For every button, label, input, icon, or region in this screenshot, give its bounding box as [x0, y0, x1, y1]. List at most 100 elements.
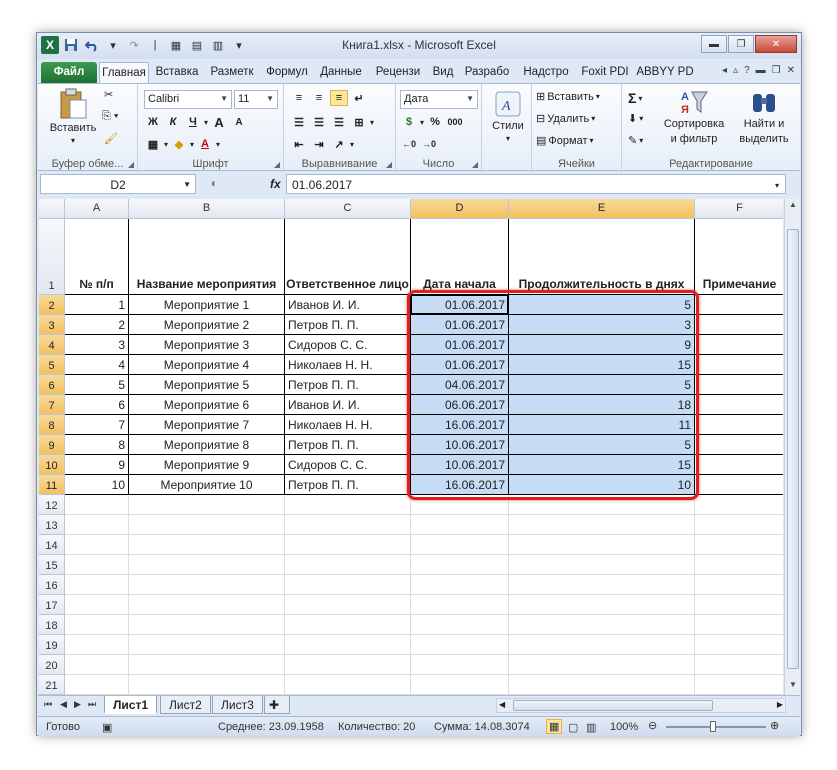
- empty-cell[interactable]: [65, 515, 129, 535]
- empty-cell[interactable]: [285, 675, 411, 695]
- date-cell[interactable]: 16.06.2017: [411, 415, 509, 435]
- header-cell[interactable]: Дата начала: [411, 219, 509, 295]
- tab-home[interactable]: Главная: [99, 62, 149, 84]
- table-cell[interactable]: Мероприятие 2: [129, 315, 285, 335]
- duration-cell[interactable]: 5: [509, 435, 695, 455]
- table-cell[interactable]: Мероприятие 4: [129, 355, 285, 375]
- font-name-combo[interactable]: Calibri ▼: [144, 90, 232, 109]
- empty-cell[interactable]: [65, 595, 129, 615]
- table-cell[interactable]: Мероприятие 10: [129, 475, 285, 495]
- table-cell[interactable]: [695, 295, 783, 315]
- borders-icon[interactable]: ▦: [144, 136, 162, 152]
- underline-button[interactable]: Ч: [184, 114, 202, 130]
- table-cell[interactable]: [695, 315, 783, 335]
- duration-cell[interactable]: 18: [509, 395, 695, 415]
- macro-record-icon[interactable]: ▣: [102, 721, 112, 734]
- align-center-icon[interactable]: ☰: [310, 114, 328, 130]
- minimize-ribbon-icon[interactable]: ▵: [733, 65, 738, 76]
- zoom-in-icon[interactable]: ⊕: [770, 719, 779, 732]
- date-cell[interactable]: 01.06.2017: [411, 335, 509, 355]
- font-size-combo[interactable]: 11 ▼: [234, 90, 278, 109]
- row-header[interactable]: 10: [39, 455, 65, 475]
- empty-cell[interactable]: [509, 535, 695, 555]
- empty-cell[interactable]: [285, 615, 411, 635]
- tab-insert[interactable]: Вставка: [151, 62, 203, 84]
- page-layout-view-icon[interactable]: ▢: [568, 721, 578, 734]
- sheet-tab-2[interactable]: Лист2: [160, 696, 211, 714]
- empty-cell[interactable]: [129, 515, 285, 535]
- table-cell[interactable]: [695, 475, 783, 495]
- insert-cells-button[interactable]: ⊞ Вставить ▾: [536, 90, 600, 104]
- empty-cell[interactable]: [285, 535, 411, 555]
- row-header[interactable]: 12: [39, 495, 65, 515]
- sort-filter-button[interactable]: АЯ Сортировка и фильтр: [660, 88, 728, 146]
- formula-input[interactable]: 01.06.2017 ▾: [286, 174, 786, 194]
- empty-cell[interactable]: [411, 635, 509, 655]
- decrease-indent-icon[interactable]: ⇤: [290, 136, 308, 152]
- empty-cell[interactable]: [411, 495, 509, 515]
- empty-cell[interactable]: [65, 675, 129, 695]
- insert-function-button[interactable]: fx: [270, 177, 281, 191]
- date-cell[interactable]: 10.06.2017: [411, 435, 509, 455]
- shrink-font-button[interactable]: A: [230, 114, 248, 130]
- table-cell[interactable]: [695, 415, 783, 435]
- table-cell[interactable]: Сидоров С. С.: [285, 455, 411, 475]
- table-cell[interactable]: [695, 455, 783, 475]
- help-icon[interactable]: ?: [744, 65, 750, 76]
- currency-dropdown-icon[interactable]: ▾: [420, 118, 424, 127]
- table-cell[interactable]: 1: [65, 295, 129, 315]
- table-cell[interactable]: Мероприятие 5: [129, 375, 285, 395]
- empty-cell[interactable]: [65, 635, 129, 655]
- decrease-decimal-icon[interactable]: →0: [420, 136, 438, 152]
- expand-formula-icon[interactable]: ▾: [771, 177, 783, 195]
- table-cell[interactable]: [695, 395, 783, 415]
- format-cells-button[interactable]: ▤ Формат ▾: [536, 134, 594, 148]
- grow-font-button[interactable]: A: [210, 114, 228, 130]
- tab-page-layout[interactable]: Разметк: [205, 62, 259, 84]
- empty-cell[interactable]: [509, 635, 695, 655]
- header-cell[interactable]: Примечание: [695, 219, 783, 295]
- table-cell[interactable]: Николаев Н. Н.: [285, 355, 411, 375]
- column-header-a[interactable]: A: [65, 199, 129, 219]
- tab-abbyy[interactable]: ABBYY PD: [635, 62, 695, 84]
- table-cell[interactable]: Петров П. П.: [285, 435, 411, 455]
- italic-button[interactable]: К: [164, 114, 182, 130]
- empty-cell[interactable]: [65, 575, 129, 595]
- percent-button[interactable]: %: [426, 114, 444, 130]
- tab-formulas[interactable]: Формул: [261, 62, 313, 84]
- empty-cell[interactable]: [509, 555, 695, 575]
- empty-cell[interactable]: [695, 635, 783, 655]
- row-header[interactable]: 15: [39, 555, 65, 575]
- duration-cell[interactable]: 10: [509, 475, 695, 495]
- date-cell[interactable]: 04.06.2017: [411, 375, 509, 395]
- row-header[interactable]: 11: [39, 475, 65, 495]
- empty-cell[interactable]: [411, 515, 509, 535]
- tab-foxit[interactable]: Foxit PDI: [577, 62, 633, 84]
- table-cell[interactable]: 10: [65, 475, 129, 495]
- close-icon[interactable]: ✕: [755, 35, 797, 53]
- zoom-out-icon[interactable]: ⊖: [648, 719, 657, 732]
- duration-cell[interactable]: 11: [509, 415, 695, 435]
- duration-cell[interactable]: 5: [509, 375, 695, 395]
- table-cell[interactable]: Мероприятие 9: [129, 455, 285, 475]
- scroll-right-icon[interactable]: ▶: [777, 700, 783, 709]
- empty-cell[interactable]: [129, 615, 285, 635]
- select-all-corner[interactable]: [39, 199, 65, 219]
- scroll-tabs-icon[interactable]: ◂: [722, 65, 727, 76]
- align-bottom-icon[interactable]: ≡: [330, 90, 348, 106]
- table-cell[interactable]: Иванов И. И.: [285, 395, 411, 415]
- table-cell[interactable]: [695, 335, 783, 355]
- date-cell[interactable]: 01.06.2017: [411, 355, 509, 375]
- tab-review[interactable]: Рецензи: [369, 62, 427, 84]
- duration-cell[interactable]: 5: [509, 295, 695, 315]
- duration-cell[interactable]: 15: [509, 455, 695, 475]
- row-header[interactable]: 16: [39, 575, 65, 595]
- empty-cell[interactable]: [695, 675, 783, 695]
- row-header[interactable]: 3: [39, 315, 65, 335]
- duration-cell[interactable]: 15: [509, 355, 695, 375]
- row-header[interactable]: 18: [39, 615, 65, 635]
- empty-cell[interactable]: [129, 535, 285, 555]
- empty-cell[interactable]: [411, 675, 509, 695]
- date-cell[interactable]: 16.06.2017: [411, 475, 509, 495]
- align-top-icon[interactable]: ≡: [290, 90, 308, 106]
